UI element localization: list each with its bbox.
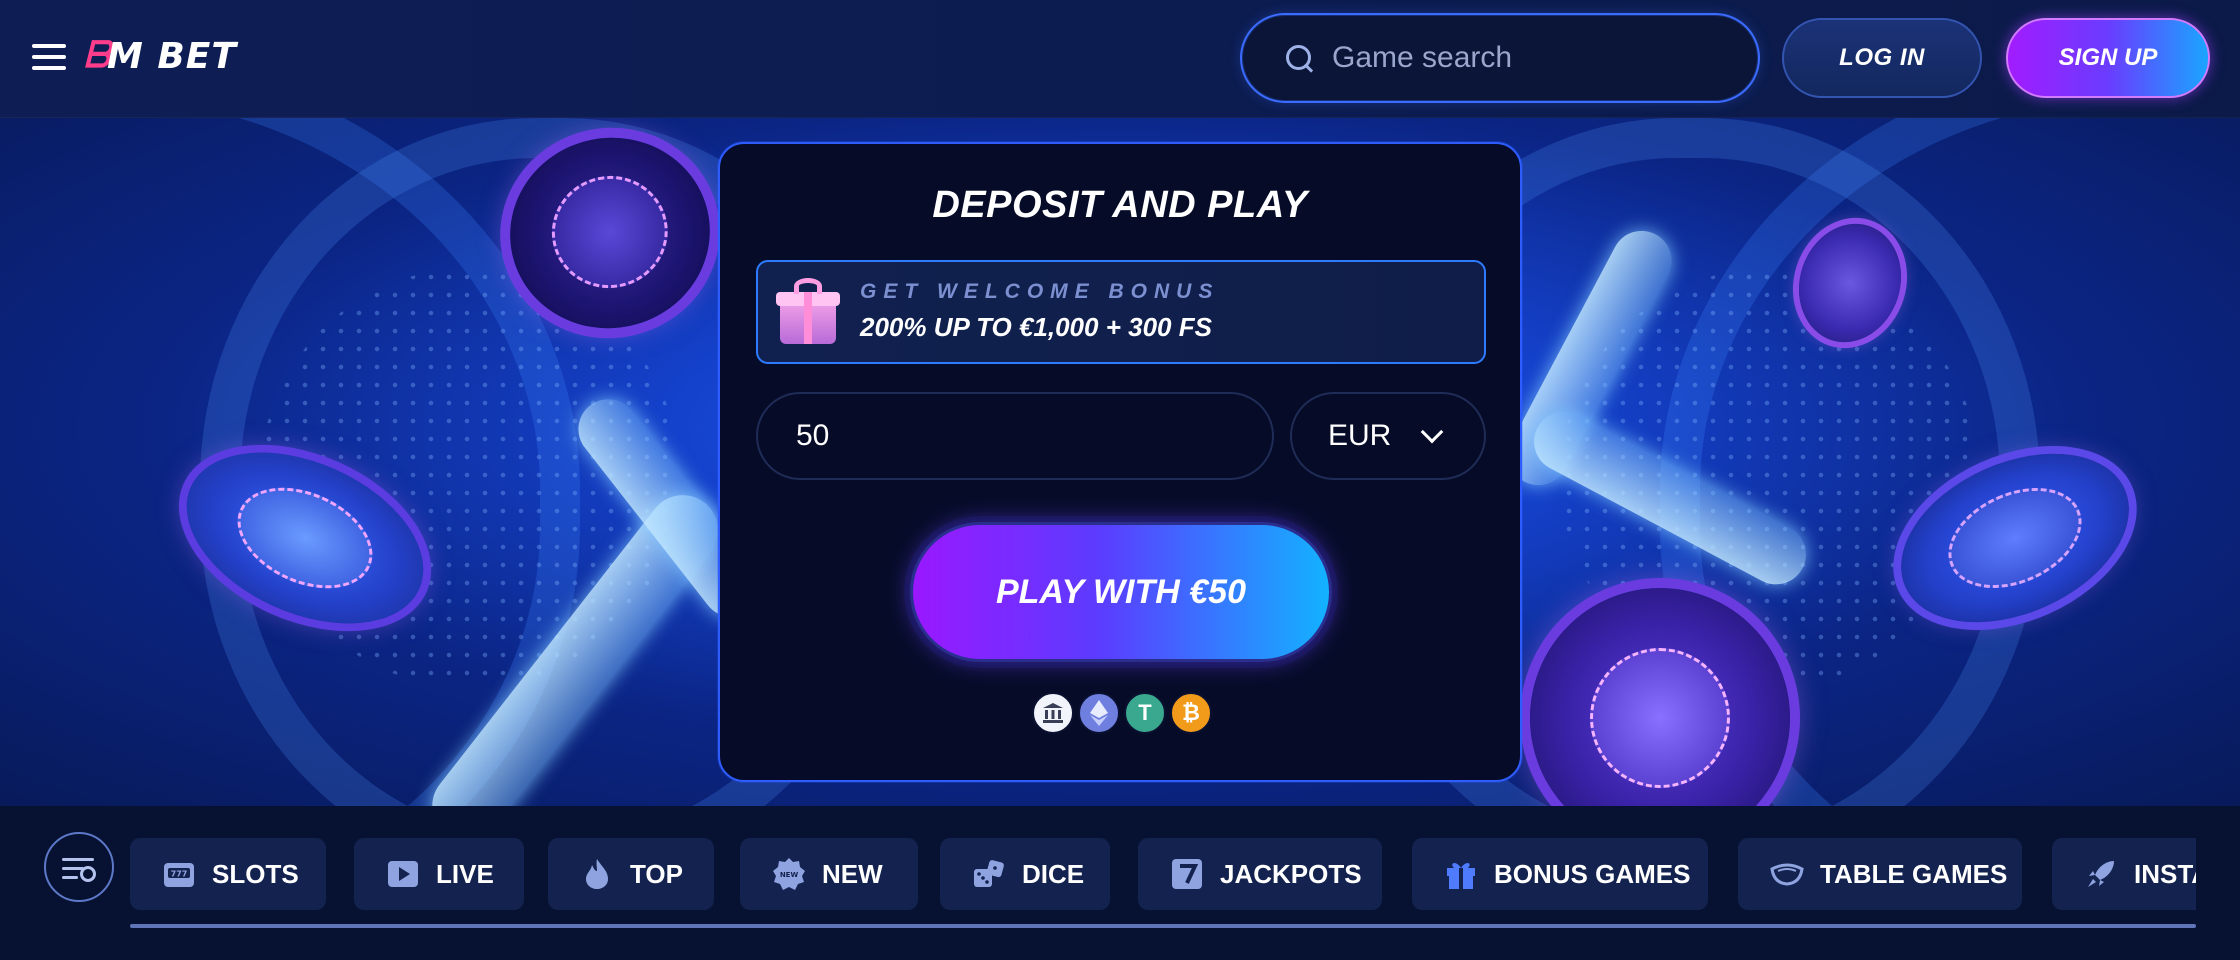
category-label: SLOTS <box>212 858 299 889</box>
category-label: JACKPOTS <box>1220 858 1362 889</box>
category-bonus-games[interactable]: BONUS GAMES <box>1412 838 1708 910</box>
bank-icon <box>1032 692 1074 734</box>
menu-icon[interactable] <box>32 44 66 70</box>
gift-icon <box>1444 857 1478 891</box>
deposit-title: DEPOSIT AND PLAY <box>932 184 1308 226</box>
welcome-bonus-banner[interactable]: GET WELCOME BONUS 200% UP TO €1,000 + 30… <box>756 260 1486 364</box>
table-icon <box>1770 857 1804 891</box>
logo[interactable]: ᗷ M BET <box>84 34 237 78</box>
bonus-text: 200% UP TO €1,000 + 300 FS <box>860 312 1212 342</box>
game-search[interactable] <box>1240 13 1760 103</box>
currency-select[interactable]: EUR <box>1290 392 1486 480</box>
category-label: TABLE GAMES <box>1820 858 2008 889</box>
category-list: 777 SLOTS LIVE TOP NEW NEW DICE JACKPOTS <box>130 838 2196 914</box>
slots-icon: 777 <box>162 857 196 891</box>
play-icon <box>386 857 420 891</box>
chip-center <box>541 165 679 299</box>
chip-center <box>1932 468 2098 608</box>
category-jackpots[interactable]: JACKPOTS <box>1138 838 1382 910</box>
currency-value: EUR <box>1328 419 1392 452</box>
ethereum-icon <box>1078 692 1120 734</box>
svg-text:777: 777 <box>171 870 188 879</box>
amount-input[interactable] <box>796 419 1196 453</box>
logo-text: M BET <box>107 35 237 77</box>
play-button[interactable]: PLAY WITH €50 <box>910 522 1332 662</box>
seven-icon <box>1170 857 1204 891</box>
category-label: INSTA <box>2134 858 2196 889</box>
category-label: LIVE <box>436 858 494 889</box>
top-header: ᗷ M BET LOG IN SIGN UP <box>0 0 2240 118</box>
gift-icon <box>776 276 840 348</box>
category-table-games[interactable]: TABLE GAMES <box>1738 838 2022 910</box>
category-label: DICE <box>1022 858 1085 889</box>
chip-center <box>1590 648 1730 788</box>
bonus-kicker: GET WELCOME BONUS <box>860 280 1220 303</box>
category-label: TOP <box>630 858 683 889</box>
category-slots[interactable]: 777 SLOTS <box>130 838 326 910</box>
login-button[interactable]: LOG IN <box>1782 18 1982 98</box>
category-live[interactable]: LIVE <box>354 838 524 910</box>
filter-search-icon[interactable] <box>44 832 114 902</box>
search-icon <box>1284 43 1314 73</box>
flame-icon <box>580 857 614 891</box>
tether-icon: T <box>1124 692 1166 734</box>
category-dice[interactable]: DICE <box>940 838 1110 910</box>
category-top[interactable]: TOP <box>548 838 714 910</box>
category-scrollbar[interactable] <box>130 924 2196 928</box>
bitcoin-icon: ₿ <box>1170 692 1212 734</box>
category-label: BONUS GAMES <box>1494 858 1691 889</box>
category-label: NEW <box>822 858 883 889</box>
category-new[interactable]: NEW NEW <box>740 838 918 910</box>
search-input[interactable] <box>1332 41 1732 75</box>
deposit-amount-field[interactable] <box>756 392 1274 480</box>
new-badge-icon: NEW <box>772 857 806 891</box>
dice-icon <box>972 857 1006 891</box>
rocket-icon <box>2084 857 2118 891</box>
chip-center <box>221 468 389 608</box>
chevron-down-icon <box>1420 420 1444 444</box>
svg-text:NEW: NEW <box>780 871 799 879</box>
signup-button[interactable]: SIGN UP <box>2006 18 2210 98</box>
deposit-card: DEPOSIT AND PLAY GET WELCOME BONUS 200% … <box>718 142 1522 782</box>
category-instant[interactable]: INSTA <box>2052 838 2196 910</box>
